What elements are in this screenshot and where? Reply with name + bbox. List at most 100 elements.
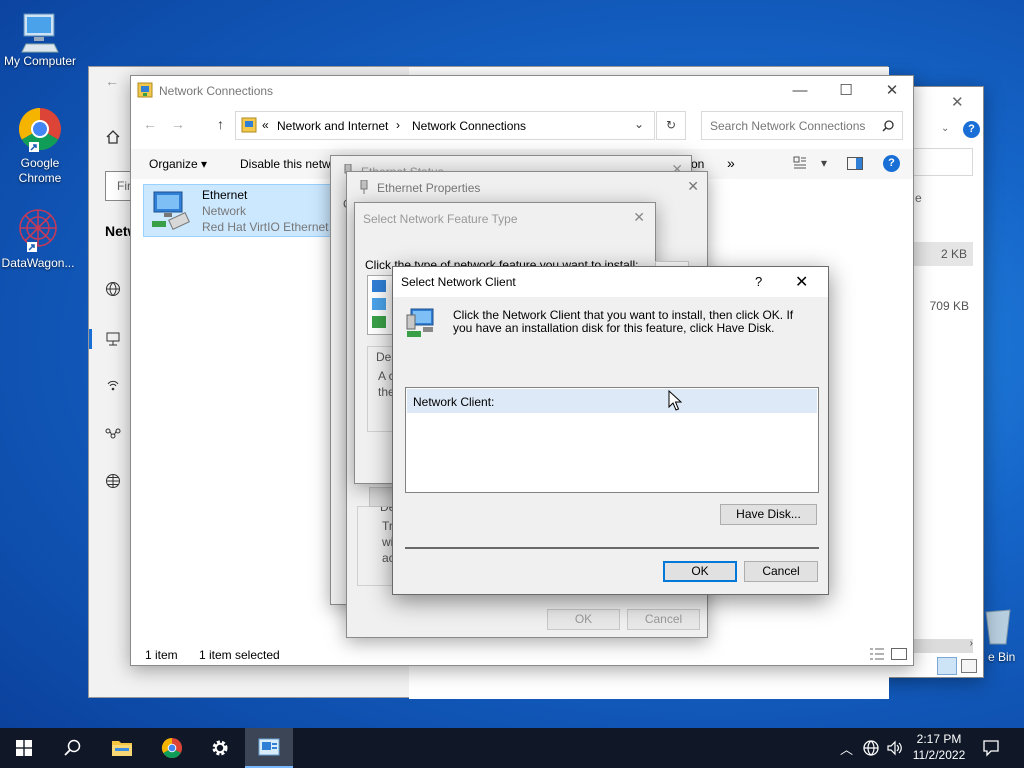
ethernet-icon[interactable] [105,331,121,350]
show-hidden-icons-chevron-icon[interactable]: ︿ [840,739,853,758]
proxy-globe-icon[interactable] [105,473,121,492]
chrome-icon [18,107,61,152]
nav-selection-indicator [89,329,92,349]
search-button[interactable] [48,728,96,768]
minimize-icon[interactable]: — [777,76,823,106]
organize-button[interactable]: Organize ▾ [149,157,207,171]
breadcrumb-network-and-internet[interactable]: Network and Internet [277,119,388,133]
windows-logo-icon [16,740,32,756]
details-view-icon[interactable] [869,647,885,664]
desktop-icon-label: Google Chrome [18,156,62,185]
desktop-icon-my-computer[interactable]: My Computer [0,8,80,68]
protocol-icon [372,316,386,328]
clock[interactable]: 2:17 PM 11/2/2022 [906,731,972,763]
back-arrow-icon[interactable]: ← [143,116,157,132]
network-connections-icon [137,82,153,98]
ethernet-connection-item[interactable]: Ethernet Network Red Hat VirtIO Ethernet… [143,184,343,237]
network-client-icon [406,308,434,337]
dialog-title: Select Network Feature Type [363,212,518,226]
list-item[interactable]: Network Client: [407,389,817,413]
dialog-titlebar[interactable]: Select Network Client ? ✕ [393,267,828,297]
dialog-title: Select Network Client [401,275,516,289]
ok-button[interactable]: OK [663,561,737,582]
ok-button[interactable]: OK [547,609,620,630]
mouse-cursor-icon [668,390,682,411]
chevron-down-icon[interactable]: ⌄ [941,123,949,134]
control-panel-icon [241,117,257,133]
network-connections-icon [258,738,280,756]
preview-pane-icon[interactable] [847,157,863,170]
desktop-icon-label: e Bin [988,650,1016,664]
status-globe-icon[interactable] [105,281,121,300]
have-disk-button[interactable]: Have Disk... [720,504,817,525]
cancel-button[interactable]: Cancel [744,561,818,582]
network-globe-icon[interactable] [862,739,880,757]
search-icon [882,120,894,132]
start-button[interactable] [0,728,48,768]
window-title: Network Connections [159,84,274,98]
settings-taskbar-button[interactable] [196,728,244,768]
details-view-icon[interactable] [937,657,957,675]
desktop-icon-label: My Computer [3,54,77,68]
maximize-icon[interactable]: ☐ [823,76,869,106]
notifications-icon[interactable] [982,739,1000,757]
taskbar: ︿ 2:17 PM 11/2/2022 [0,728,1024,768]
help-button[interactable]: ? [755,274,762,289]
forward-arrow-icon[interactable]: → [171,116,185,132]
arrow-right-icon[interactable]: › [970,638,973,649]
file-explorer-taskbar-button[interactable] [98,728,146,768]
network-connections-taskbar-button[interactable] [245,728,293,768]
volume-icon[interactable] [886,739,904,757]
connection-device: Red Hat VirtIO Ethernet A [202,220,340,234]
search-box[interactable] [911,148,973,176]
folder-icon [112,741,132,756]
network-client-list[interactable]: Network Client: [405,387,819,493]
command-overflow-button[interactable]: » [727,155,735,171]
recycle-bin-icon [985,609,1011,645]
organize-label: Organize [149,157,198,171]
home-icon[interactable] [105,129,121,148]
large-icons-view-icon[interactable] [961,659,977,673]
view-dropdown-icon[interactable]: ▾ [821,156,827,170]
ethernet-plug-icon [360,180,368,194]
vpn-icon[interactable] [105,425,121,444]
breadcrumb-separator-icon: › [396,118,400,132]
disable-network-button[interactable]: Disable this netwo [240,157,337,171]
status-selected-count: 1 item selected [199,648,280,662]
search-input[interactable]: Search Network Connections [701,111,903,140]
help-icon[interactable]: ? [963,121,980,138]
explorer-titlebar[interactable]: Network Connections — ☐ ✕ [131,76,913,106]
change-view-icon[interactable] [793,156,807,173]
chrome-icon [161,737,183,759]
datawagon-icon [19,209,57,252]
chevron-down-icon[interactable]: ⌄ [634,117,644,131]
close-icon[interactable]: ✕ [951,93,964,111]
large-icons-view-icon[interactable] [891,648,907,660]
breadcrumb-network-connections[interactable]: Network Connections [412,119,526,133]
close-icon[interactable]: ✕ [633,209,645,226]
desktop-icon-datawagon[interactable]: DataWagon... [0,206,78,270]
select-network-client-dialog[interactable]: Select Network Client ? ✕ Click the Netw… [392,266,829,595]
dialup-icon[interactable] [105,377,121,396]
list-header-label: Network Client: [413,395,495,409]
clock-date: 11/2/2022 [912,748,966,762]
clock-time: 2:17 PM [916,732,962,746]
cancel-button[interactable]: Cancel [627,609,700,630]
chrome-taskbar-button[interactable] [148,728,196,768]
help-icon[interactable]: ? [883,155,900,172]
address-bar[interactable]: « Network and Internet › Network Connect… [235,111,655,140]
file-size: 2 KB [940,247,967,261]
status-item-count: 1 item [145,648,178,662]
service-icon [372,298,386,310]
back-arrow-icon[interactable]: ← [105,73,119,89]
desktop-icon-google-chrome[interactable]: Google Chrome [0,106,80,186]
close-icon[interactable]: ✕ [687,178,699,195]
breadcrumb-overflow-icon[interactable]: « [262,118,269,132]
close-button[interactable]: ✕ [795,272,808,292]
up-arrow-icon[interactable]: ↑ [217,116,224,132]
close-icon[interactable]: ✕ [869,76,915,106]
dialog-title: Ethernet Properties [377,181,481,195]
refresh-icon[interactable]: ↻ [656,111,686,140]
command-partial-button[interactable]: on [691,157,704,171]
